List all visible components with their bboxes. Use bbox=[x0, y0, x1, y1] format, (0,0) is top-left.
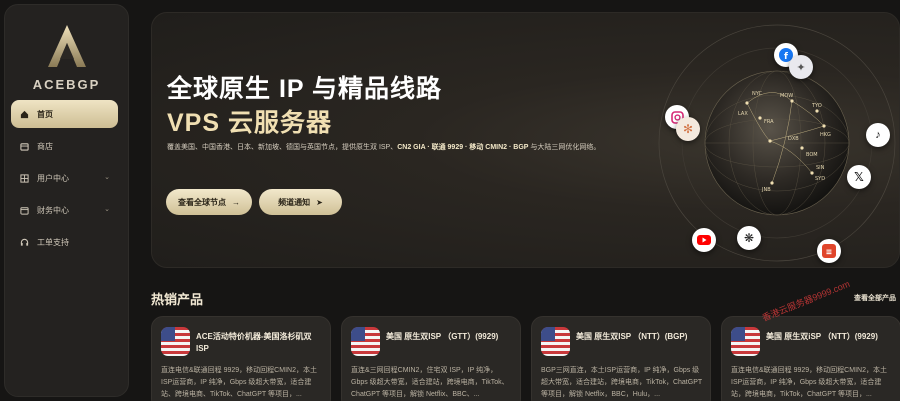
sidebar-item-home[interactable]: 首页 bbox=[11, 100, 118, 128]
us-flag-icon bbox=[351, 327, 380, 356]
globe-label: SYD bbox=[815, 176, 825, 182]
section-title: 热销产品 bbox=[151, 292, 204, 307]
globe-label: HKG bbox=[820, 132, 831, 138]
youtube-icon[interactable] bbox=[692, 228, 716, 252]
product-description: 直连&三网回程CMIN2，住宅双 ISP，IP 纯净，Gbps 级超大带宽，适合… bbox=[351, 367, 509, 398]
sidebar-nav: 首页 商店 用户中心 ⌄ 财务中心 ⌄ 工单支持 bbox=[11, 100, 118, 260]
sidebar-item-label: 用户中心 bbox=[37, 173, 69, 183]
chatgpt-icon[interactable]: ❋ bbox=[737, 226, 761, 250]
arrow-right-icon: → bbox=[232, 197, 240, 207]
button-label: 查看全球节点 bbox=[178, 197, 226, 207]
acebgp-logo-icon bbox=[47, 25, 86, 67]
tiktok-icon[interactable]: ♪ bbox=[866, 123, 890, 147]
product-description: BGP三网直连，本土ISP运营商，IP 纯净，Gbps 级超大带宽，适合建站，跨… bbox=[541, 367, 703, 398]
hero-description: 覆盖美国、中国香港、日本、新加坡、德国与英国节点，提供原生双 ISP、CN2 G… bbox=[167, 141, 647, 154]
hero-banner: 全球原生 IP 与精品线路 VPS 云服务器 覆盖美国、中国香港、日本、新加坡、… bbox=[151, 12, 900, 268]
us-flag-icon bbox=[161, 327, 190, 356]
sidebar-item-user-center[interactable]: 用户中心 ⌄ bbox=[11, 164, 118, 192]
chevron-down-icon: ⌄ bbox=[104, 174, 110, 181]
product-card[interactable]: ACE活动特价机器-美国洛杉矶双ISP 直连电信&联通回程 9929，移动回程C… bbox=[151, 316, 331, 401]
hero-subtitle: VPS 云服务器 bbox=[167, 109, 332, 137]
brand-name: ACEBGP bbox=[32, 77, 101, 92]
openai-icon[interactable]: ✦ bbox=[789, 55, 813, 79]
globe-label: LAX bbox=[738, 111, 748, 117]
globe-label: JNB bbox=[761, 187, 771, 193]
globe-label: TYO bbox=[811, 103, 822, 109]
chevron-down-icon: ⌄ bbox=[104, 206, 110, 213]
globe-illustration: LAX NYC MOW TYO FRA HKG DXB BOM SIN SYD … bbox=[652, 23, 899, 263]
hero-title: 全球原生 IP 与精品线路 bbox=[167, 75, 443, 103]
hero-desc-highlight: CN2 GIA · 联通 9929 · 移动 CMIN2 · BGP bbox=[397, 144, 529, 151]
send-icon: ➤ bbox=[316, 197, 323, 207]
globe-label: NYC bbox=[752, 91, 763, 97]
channel-notice-button[interactable]: 频道通知 ➤ bbox=[259, 189, 342, 215]
headset-icon bbox=[19, 237, 29, 247]
store-icon bbox=[19, 141, 29, 151]
claude-icon[interactable]: ✻ bbox=[676, 117, 700, 141]
product-title: 美国 原生双iSP （NTT）(9929) bbox=[766, 332, 878, 341]
globe-label: SIN bbox=[816, 165, 825, 171]
globe-label: BOM bbox=[806, 152, 818, 158]
us-flag-icon bbox=[541, 327, 570, 356]
product-card[interactable]: 美国 原生双ISP （NTT）(BGP) BGP三网直连，本土ISP运营商，IP… bbox=[531, 316, 711, 401]
product-title: 美国 原生双ISP （GTT）(9929) bbox=[386, 332, 499, 341]
sidebar-item-store[interactable]: 商店 bbox=[11, 132, 118, 160]
wallet-icon bbox=[19, 205, 29, 215]
hero-desc-tail: 与大陆三网优化网络。 bbox=[528, 144, 601, 151]
x-icon[interactable]: 𝕏 bbox=[847, 165, 871, 189]
product-card[interactable]: 美国 原生双iSP （NTT）(9929) 直连电信&联通回程 9929，移动回… bbox=[721, 316, 900, 401]
sidebar-item-label: 工单支持 bbox=[37, 237, 69, 247]
sidebar-item-finance-center[interactable]: 财务中心 ⌄ bbox=[11, 196, 118, 224]
globe-label: MOW bbox=[780, 93, 793, 99]
us-flag-icon bbox=[731, 327, 760, 356]
home-icon bbox=[19, 109, 29, 119]
svg-text:≡: ≡ bbox=[826, 248, 833, 257]
sidebar: ACEBGP 首页 商店 用户中心 ⌄ 财务中心 ⌄ 工单支持 bbox=[4, 4, 129, 397]
product-description: 直连电信&联通回程 9929，移动回程CMIN2，本土ISP运营商，IP 纯净，… bbox=[161, 367, 317, 398]
xiaohongshu-icon[interactable]: ≡ bbox=[817, 239, 841, 263]
grid-icon bbox=[19, 173, 29, 183]
product-title: 美国 原生双ISP （NTT）(BGP) bbox=[576, 332, 688, 341]
product-card[interactable]: 美国 原生双ISP （GTT）(9929) 直连&三网回程CMIN2，住宅双 I… bbox=[341, 316, 521, 401]
product-description: 直连电信&联通回程 9929，移动回程CMIN2，本土ISP运营商，IP 纯净，… bbox=[731, 367, 887, 398]
view-global-nodes-button[interactable]: 查看全球节点 → bbox=[166, 189, 252, 215]
product-title: ACE活动特价机器-美国洛杉矶双ISP bbox=[196, 332, 312, 353]
sidebar-item-label: 首页 bbox=[37, 109, 53, 119]
hero-desc-text: 覆盖美国、中国香港、日本、新加坡、德国与英国节点，提供原生双 ISP、 bbox=[167, 144, 398, 151]
sidebar-item-label: 商店 bbox=[37, 141, 53, 151]
globe-label: DXB bbox=[788, 136, 799, 142]
sidebar-item-label: 财务中心 bbox=[37, 205, 69, 215]
sidebar-item-ticket-support[interactable]: 工单支持 bbox=[11, 228, 118, 256]
view-all-products-link[interactable]: 查看全部产品 bbox=[854, 293, 896, 303]
svg-text:f: f bbox=[784, 52, 788, 62]
logo[interactable]: ACEBGP bbox=[5, 23, 128, 92]
button-label: 频道通知 bbox=[278, 197, 311, 207]
globe-label: FRA bbox=[764, 119, 774, 125]
